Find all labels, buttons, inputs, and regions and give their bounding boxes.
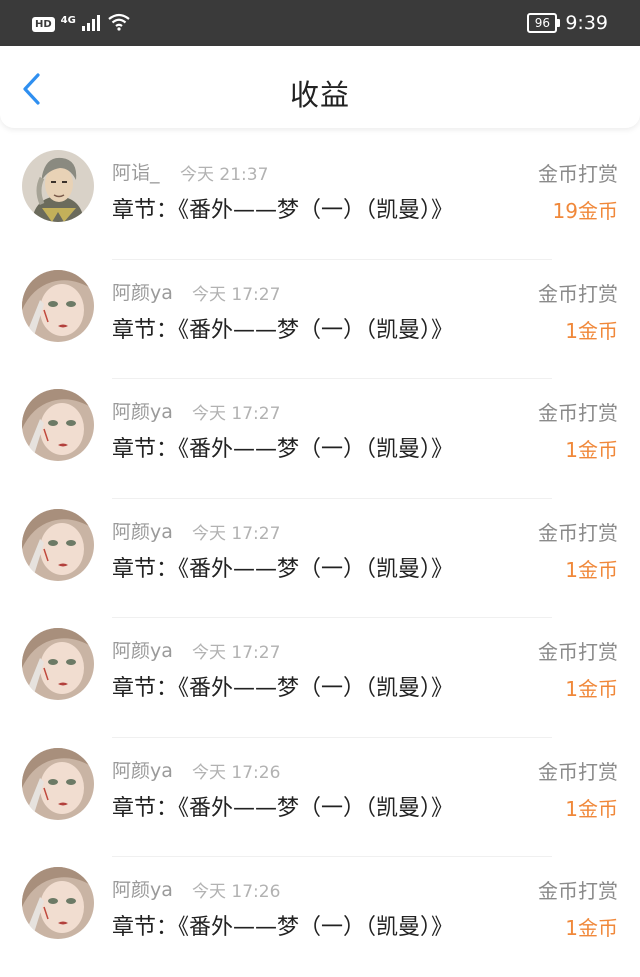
- reward-list: 阿诣_ 今天 21:37 章节：《番外——梦（一）（凯曼）》 金币打赏 19金币…: [0, 140, 640, 977]
- chapter-title: 章节：《番外——梦（一）（凯曼）》: [112, 437, 454, 462]
- user-name: 阿颜ya: [112, 640, 173, 662]
- reward-type: 金币打赏: [538, 640, 618, 664]
- signal-icon: [81, 13, 102, 35]
- status-right: 96 9:39: [527, 11, 608, 35]
- avatar[interactable]: [22, 867, 94, 939]
- female-avatar-icon: [22, 867, 94, 939]
- hd-badge: HD: [32, 16, 55, 32]
- reward-type: 金币打赏: [538, 759, 618, 784]
- chapter-title: 章节：《番外——梦（一）（凯曼）》: [112, 676, 454, 701]
- list-item[interactable]: 阿颜ya 今天 17:26 章节：《番外——梦（一）（凯曼）》 金币打赏 1金币: [0, 738, 640, 857]
- reward-type: 金币打赏: [538, 162, 618, 186]
- reward-amount: 1金币: [565, 916, 618, 940]
- page-title: 收益: [289, 78, 350, 112]
- reward-time: 今天 21:37: [180, 165, 269, 185]
- reward-type: 金币打赏: [538, 401, 618, 425]
- reward-time: 今天 17:27: [192, 404, 281, 424]
- reward-amount: 19金币: [552, 199, 618, 223]
- reward-type: 金币打赏: [538, 879, 618, 903]
- battery-icon: 96: [527, 13, 561, 33]
- user-name: 阿颜ya: [112, 281, 173, 304]
- male-avatar-icon: [22, 150, 94, 222]
- status-left: HD 4G: [32, 13, 130, 35]
- reward-amount: 1金币: [565, 557, 618, 582]
- avatar[interactable]: [22, 508, 94, 581]
- female-avatar-icon: [22, 389, 94, 461]
- reward-time: 今天 17:27: [192, 643, 281, 663]
- user-name: 阿诣_: [112, 162, 160, 184]
- reward-time: 今天 17:26: [192, 762, 281, 783]
- avatar[interactable]: [22, 628, 94, 700]
- female-avatar-icon: [22, 269, 94, 342]
- clock: 9:39: [565, 12, 608, 34]
- chapter-title: 章节：《番外——梦（一）（凯曼）》: [112, 915, 454, 940]
- wifi-icon: [108, 13, 130, 35]
- user-name: 阿颜ya: [112, 759, 173, 782]
- chapter-title: 章节：《番外——梦（一）（凯曼）》: [112, 317, 454, 343]
- user-name: 阿颜ya: [112, 879, 173, 901]
- chapter-title: 章节：《番外——梦（一）（凯曼）》: [112, 795, 454, 821]
- avatar[interactable]: [22, 389, 94, 461]
- female-avatar-icon: [22, 747, 94, 820]
- list-item[interactable]: 阿颜ya 今天 17:27 章节：《番外——梦（一）（凯曼）》 金币打赏 1金币: [0, 499, 640, 618]
- female-avatar-icon: [22, 628, 94, 700]
- reward-time: 今天 17:26: [192, 882, 281, 902]
- nav-bar: 收益: [0, 46, 640, 128]
- avatar[interactable]: [22, 747, 94, 820]
- list-item[interactable]: 阿颜ya 今天 17:27 章节：《番外——梦（一）（凯曼）》 金币打赏 1金币: [0, 618, 640, 738]
- avatar[interactable]: [22, 269, 94, 342]
- female-avatar-icon: [22, 508, 94, 581]
- reward-type: 金币打赏: [538, 281, 618, 306]
- user-name: 阿颜ya: [112, 401, 173, 423]
- status-bar: HD 4G 96 9:39: [0, 0, 640, 46]
- reward-amount: 1金币: [565, 438, 618, 462]
- reward-type: 金币打赏: [538, 520, 618, 545]
- list-item[interactable]: 阿颜ya 今天 17:26 章节：《番外——梦（一）（凯曼）》 金币打赏 1金币: [0, 857, 640, 977]
- reward-amount: 1金币: [565, 796, 618, 821]
- reward-time: 今天 17:27: [192, 523, 281, 544]
- chapter-title: 章节：《番外——梦（一）（凯曼）》: [112, 198, 454, 223]
- reward-time: 今天 17:27: [192, 284, 281, 305]
- reward-amount: 1金币: [565, 677, 618, 701]
- list-item[interactable]: 阿诣_ 今天 21:37 章节：《番外——梦（一）（凯曼）》 金币打赏 19金币: [0, 140, 640, 260]
- chapter-title: 章节：《番外——梦（一）（凯曼）》: [112, 556, 454, 582]
- avatar[interactable]: [22, 150, 94, 222]
- reward-amount: 1金币: [565, 318, 618, 343]
- user-name: 阿颜ya: [112, 520, 173, 543]
- network-type: 4G: [60, 15, 76, 26]
- list-item[interactable]: 阿颜ya 今天 17:27 章节：《番外——梦（一）（凯曼）》 金币打赏 1金币: [0, 379, 640, 499]
- list-item[interactable]: 阿颜ya 今天 17:27 章节：《番外——梦（一）（凯曼）》 金币打赏 1金币: [0, 260, 640, 379]
